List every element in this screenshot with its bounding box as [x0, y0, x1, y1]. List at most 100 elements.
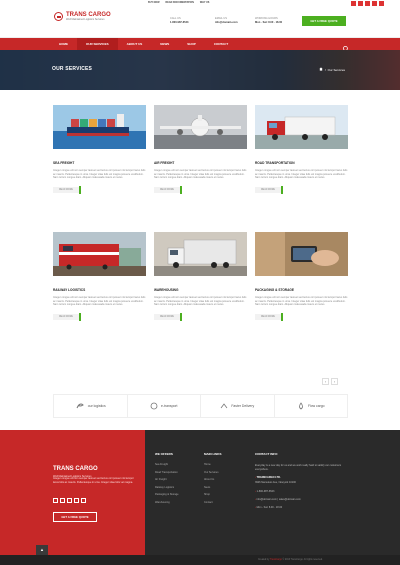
- nav-shop[interactable]: SHOP: [178, 38, 205, 50]
- sea-freight-image[interactable]: [53, 105, 146, 149]
- hours-label: WORKING HOURS: [255, 17, 278, 20]
- footer-offer-link[interactable]: Packaging & Storage: [155, 493, 179, 497]
- footer-phone: 1-800-987-6543: [256, 490, 275, 494]
- prev-arrow-icon[interactable]: ‹: [322, 378, 329, 385]
- service-card-warehousing: WAREHOUSING Integer congue elit non semp…: [154, 232, 247, 321]
- footer-main-link[interactable]: News: [204, 486, 222, 490]
- warehousing-image[interactable]: [154, 232, 247, 276]
- railway-logistics-image[interactable]: [53, 232, 146, 276]
- linkedin-icon[interactable]: [74, 498, 79, 503]
- footer-email-2[interactable]: sales@domain.com: [279, 498, 301, 501]
- service-card-railway-logistics: RAILWAY LOGISTICS Integer congue elit no…: [53, 232, 146, 321]
- nav-news[interactable]: NEWS: [151, 38, 178, 50]
- service-card-packaging-storage: PACKAGING & STORAGE Integer congue elit …: [255, 232, 348, 321]
- footer-offers: WE OFFERS Sea Freight Road Transportatio…: [155, 452, 179, 509]
- get-quote-button[interactable]: GET A FREE QUOTE: [302, 16, 346, 26]
- call-label: CALL US: [170, 17, 181, 20]
- nav-about-us[interactable]: ABOUT US: [118, 38, 152, 50]
- call-value: 1-800-987-6543: [170, 20, 189, 24]
- carousel-pager: ‹ ›: [322, 378, 338, 385]
- nav-our-services[interactable]: OUR SERVICES: [77, 38, 118, 50]
- client-logo[interactable]: Faster Delivery: [200, 394, 275, 418]
- nav-home[interactable]: HOME: [50, 38, 77, 50]
- service-card-road-transportation: ROAD TRANSPORTATION Integer congue elit …: [255, 105, 348, 194]
- client-logo[interactable]: our logistics: [53, 394, 128, 418]
- service-text: Integer congue elit non semper laoreet s…: [53, 169, 146, 180]
- air-freight-image[interactable]: [154, 105, 247, 149]
- scroll-top-icon[interactable]: ▲: [36, 545, 48, 555]
- client-logo[interactable]: e-transport: [126, 394, 201, 418]
- linkedin-icon[interactable]: [372, 1, 377, 6]
- footer-contact-intro: Everyday is a new day for us and we work…: [255, 464, 342, 471]
- footer-offer-link[interactable]: Air Freight: [155, 478, 179, 482]
- footer-main-link[interactable]: Contact: [204, 501, 222, 505]
- read-more-button[interactable]: READ MORE: [53, 185, 146, 194]
- top-links: Buy now Read documentation Why us: [148, 1, 209, 4]
- top-link-why-us[interactable]: Why us: [200, 1, 210, 4]
- service-text: Integer congue elit non semper laoreet s…: [154, 169, 247, 180]
- swirl-icon: [75, 401, 85, 412]
- service-title: WAREHOUSING: [154, 288, 179, 292]
- facebook-icon[interactable]: [351, 1, 356, 6]
- footer-main-links: MAIN LINKS Home Our Services About Us Ne…: [204, 452, 222, 509]
- service-text: Integer congue elit non semper laoreet s…: [154, 296, 247, 307]
- rss-icon[interactable]: [81, 498, 86, 503]
- footer-offer-link[interactable]: Warehousing: [155, 501, 179, 505]
- footer-contact: CONTACT INFO Everyday is a new day for u…: [255, 452, 350, 509]
- logo[interactable]: TRANS CARGO Well Maintained Logistics Se…: [54, 12, 111, 22]
- footer-company: TRANSCARGO LTD.: [256, 476, 281, 480]
- packaging-storage-image[interactable]: [255, 232, 348, 276]
- service-title: ROAD TRANSPORTATION: [255, 161, 295, 165]
- search-icon[interactable]: [342, 40, 350, 52]
- client-logo[interactable]: Flow cargo: [273, 394, 348, 418]
- footer-socials: [53, 498, 86, 503]
- service-card-air-freight: AIR FREIGHT Integer congue elit non semp…: [154, 105, 247, 194]
- footer-email[interactable]: info@domain.com: [257, 498, 277, 501]
- service-title: RAILWAY LOGISTICS: [53, 288, 86, 292]
- read-more-button[interactable]: READ MORE: [154, 185, 247, 194]
- email-value[interactable]: info@domain.com: [215, 21, 238, 25]
- footer-main-link[interactable]: Home: [204, 463, 222, 467]
- top-link-buy-now[interactable]: Buy now: [148, 1, 160, 4]
- email-label: EMAIL US: [215, 17, 228, 20]
- copyright-author[interactable]: TransCargo: [270, 559, 282, 561]
- footer-offer-link[interactable]: Sea Freight: [155, 463, 179, 467]
- next-arrow-icon[interactable]: ›: [331, 378, 338, 385]
- road-transportation-image[interactable]: [255, 105, 348, 149]
- client-logos: our logistics e-transport Faster Deliver…: [53, 394, 348, 418]
- service-text: Integer congue elit non semper laoreet s…: [255, 169, 348, 180]
- read-more-button[interactable]: READ MORE: [53, 312, 146, 321]
- googleplus-icon[interactable]: [365, 1, 370, 6]
- copyright-text: Created by TransCargo © 2016 TransCargo.…: [258, 559, 323, 561]
- footer-quote-button[interactable]: GET A FREE QUOTE: [53, 512, 97, 522]
- rss-icon[interactable]: [379, 1, 384, 6]
- breadcrumb: / Our Services: [319, 67, 345, 72]
- footer-offer-link[interactable]: Railway Logistics: [155, 486, 179, 490]
- header-hours: WORKING HOURS Mon - Sat: 8.00 - 18.00: [255, 17, 282, 24]
- footer-main-link[interactable]: Our Services: [204, 471, 222, 475]
- footer-offers-title: WE OFFERS: [155, 452, 173, 456]
- footer-offer-link[interactable]: Road Transportation: [155, 471, 179, 475]
- read-more-button[interactable]: READ MORE: [154, 312, 247, 321]
- twitter-icon[interactable]: [60, 498, 65, 503]
- nav-contact[interactable]: CONTACT: [205, 38, 237, 50]
- footer-links-title: MAIN LINKS: [204, 452, 222, 456]
- footer-address: 3926 Nameless Ave, Newyork 10100: [255, 481, 296, 485]
- site-header: TRANS CARGO Well Maintained Logistics Se…: [0, 8, 400, 38]
- footer-main-link[interactable]: About Us: [204, 478, 222, 482]
- read-more-button[interactable]: READ MORE: [255, 185, 348, 194]
- service-card-sea-freight: SEA FREIGHT Integer congue elit non semp…: [53, 105, 146, 194]
- footer-main-link[interactable]: Shop: [204, 493, 222, 497]
- service-text: Integer congue elit non semper laoreet s…: [53, 296, 146, 307]
- footer-logo[interactable]: TRANS CARGO Well Maintained Logistics Se…: [53, 457, 98, 478]
- top-link-docs[interactable]: Read documentation: [166, 1, 194, 4]
- twitter-icon[interactable]: [358, 1, 363, 6]
- facebook-icon[interactable]: [53, 498, 58, 503]
- read-more-button[interactable]: READ MORE: [255, 312, 348, 321]
- circle-logo-icon: [150, 402, 158, 411]
- top-bar: Buy now Read documentation Why us: [0, 0, 400, 8]
- home-icon[interactable]: [319, 67, 323, 72]
- drop-logo-icon: [297, 401, 305, 411]
- breadcrumb-current: Our Services: [327, 67, 345, 72]
- googleplus-icon[interactable]: [67, 498, 72, 503]
